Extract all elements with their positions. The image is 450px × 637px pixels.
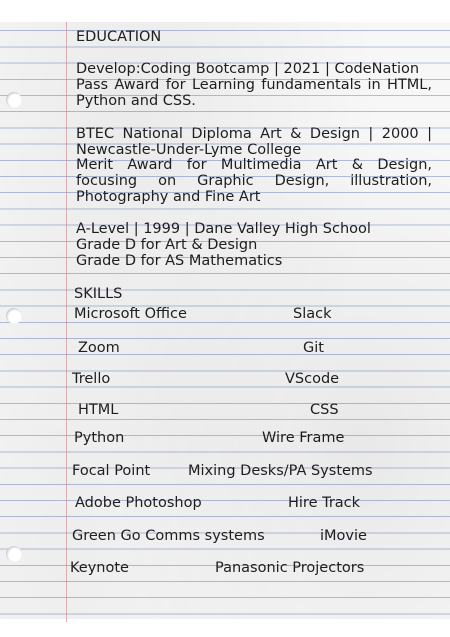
skill-item: iMovie: [320, 528, 367, 544]
punch-hole-middle: [6, 308, 22, 324]
skill-item: Wire Frame: [262, 430, 345, 446]
skill-item: Trello: [72, 371, 111, 387]
skill-item: Green Go Comms systems: [72, 528, 265, 544]
skill-item: Zoom: [78, 340, 120, 356]
top-paper-edge: [0, 0, 450, 22]
skill-item: VScode: [285, 371, 340, 387]
bootcamp-detail: Pass Award for Learning fundamentals in …: [76, 77, 432, 109]
skill-item: Microsoft Office: [74, 306, 187, 322]
skill-item: Focal Point: [72, 463, 151, 479]
skills-heading: SKILLS: [74, 286, 123, 302]
education-heading: EDUCATION: [76, 29, 162, 45]
skill-item: Panasonic Projectors: [215, 560, 365, 576]
alevel-title: A-Level | 1999 | Dane Valley High School: [76, 221, 371, 237]
btec-college: Newcastle-Under-Lyme College: [76, 142, 302, 158]
lined-paper-page: EDUCATION Develop:Coding Bootcamp | 2021…: [0, 0, 450, 637]
punch-hole-top: [6, 92, 22, 108]
bottom-paper-edge: [0, 619, 450, 637]
skill-item: Git: [303, 340, 324, 356]
skill-item: HTML: [78, 402, 119, 418]
btec-title: BTEC National Diploma Art & Design | 200…: [76, 126, 432, 142]
skill-item: Hire Track: [288, 495, 361, 511]
punch-hole-bottom: [6, 546, 22, 562]
bootcamp-title: Develop:Coding Bootcamp | 2021 | CodeNat…: [76, 61, 420, 77]
alevel-grade-art: Grade D for Art & Design: [76, 237, 258, 253]
margin-line: [66, 22, 67, 622]
skill-item: Keynote: [70, 560, 129, 576]
skill-item: CSS: [310, 402, 339, 418]
skill-item: Python: [74, 430, 125, 446]
skill-item: Adobe Photoshop: [75, 495, 202, 511]
btec-detail: Merit Award for Multimedia Art & Design,…: [76, 157, 432, 205]
skill-item: Mixing Desks/PA Systems: [188, 463, 373, 479]
alevel-grade-maths: Grade D for AS Mathematics: [76, 253, 283, 269]
skill-item: Slack: [293, 306, 332, 322]
